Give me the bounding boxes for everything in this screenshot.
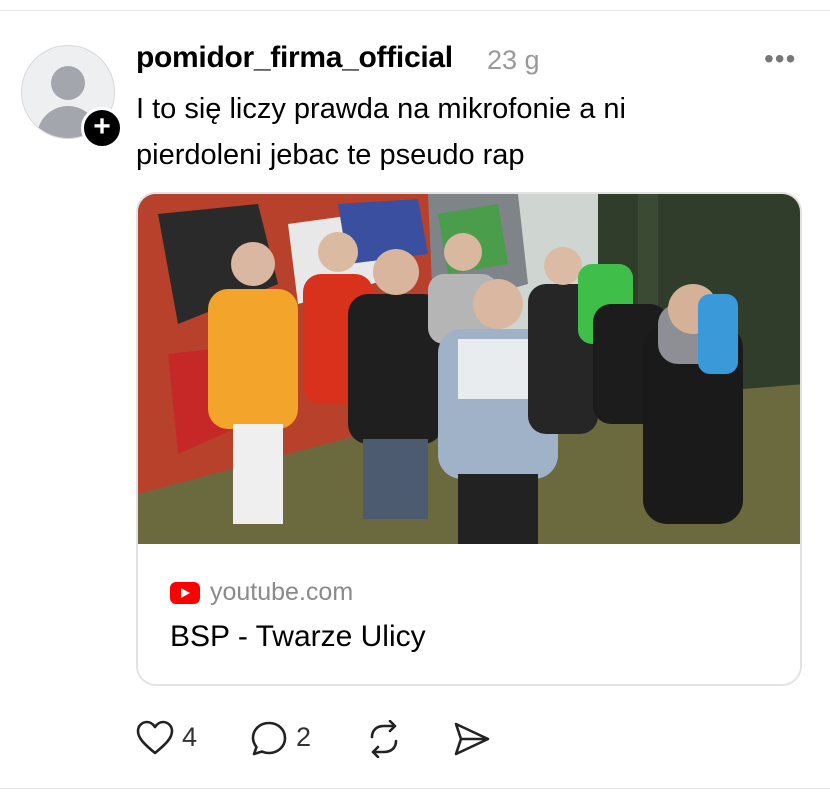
post-timestamp: 23 g [487,45,540,75]
post-text: I to się liczy prawda na mikrofonie a ni… [136,86,796,178]
link-preview-card[interactable]: youtube.com BSP - Twarze Ulicy [136,192,802,686]
repost-button[interactable] [364,716,408,762]
heart-icon [136,720,174,755]
bottom-divider [0,788,830,789]
like-count: 4 [182,722,198,752]
reply-count: 2 [296,722,312,752]
more-options-button[interactable]: ••• [764,45,798,73]
author-username[interactable]: pomidor_firma_official [136,41,453,75]
post-actions: 4 2 [136,716,536,762]
repost-icon [370,720,398,758]
like-button[interactable]: 4 [136,716,206,762]
share-icon [454,722,490,756]
follow-button[interactable]: + [81,107,123,149]
top-divider [0,10,830,11]
link-preview-image[interactable] [138,194,800,544]
share-button[interactable] [452,716,496,762]
reply-button[interactable]: 2 [250,716,320,762]
link-preview-meta[interactable]: youtube.com BSP - Twarze Ulicy [138,544,800,684]
link-domain: youtube.com [210,578,354,606]
youtube-icon [170,582,200,604]
author-avatar[interactable]: + [21,45,123,149]
post-text-line: I to się liczy prawda na mikrofonie a ni [136,93,626,125]
link-title[interactable]: BSP - Twarze Ulicy [170,620,426,654]
comment-icon [251,721,287,756]
post-text-line: pierdoleni jebac te pseudo rap [136,139,525,171]
